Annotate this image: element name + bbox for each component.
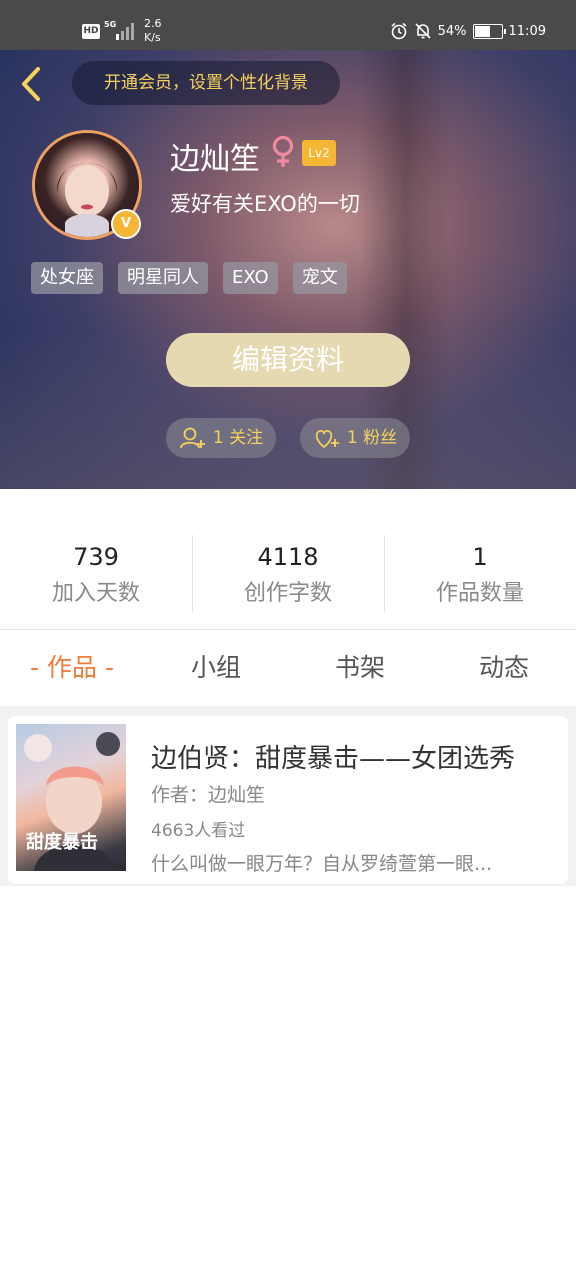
tab-bookshelf[interactable]: 书架 xyxy=(288,645,432,691)
tag[interactable]: 明星同人 xyxy=(118,262,208,294)
tag[interactable]: 处女座 xyxy=(31,262,103,294)
bio: 爱好有关EXO的一切 xyxy=(170,192,360,216)
following-button[interactable]: 1 关注 xyxy=(166,418,276,458)
stat-value: 739 xyxy=(73,543,119,571)
tab-works[interactable]: - 作品 - xyxy=(0,645,144,691)
cover-title: 甜度暴击 xyxy=(26,832,98,853)
book-cover: 甜度暴击 xyxy=(16,724,126,871)
list-item[interactable]: 甜度暴击 边伯贤：甜度暴击——女团选秀 作者：边灿笙 4663人看过 什么叫做一… xyxy=(8,716,568,884)
book-title: 边伯贤：甜度暴击——女团选秀 xyxy=(151,744,516,774)
alarm-icon xyxy=(391,22,407,40)
edit-profile-button[interactable]: 编辑资料 xyxy=(166,333,410,387)
profile-stats: 739 加入天数 4118 创作字数 1 作品数量 xyxy=(0,535,576,615)
stat-word-count: 4118 创作字数 xyxy=(192,535,384,615)
tag[interactable]: 宠文 xyxy=(292,262,347,294)
tag-list: 处女座 明星同人 EXO 宠文 xyxy=(31,262,347,294)
tab-activity[interactable]: 动态 xyxy=(432,645,576,691)
battery-icon xyxy=(472,23,506,39)
stat-label: 作品数量 xyxy=(435,581,524,606)
network-speed: 2.6 K/s xyxy=(144,17,162,44)
divider xyxy=(0,629,576,630)
bell-off-icon xyxy=(415,23,431,39)
stat-works-count: 1 作品数量 xyxy=(384,535,576,615)
chevron-left-icon[interactable] xyxy=(14,64,48,104)
hd-indicator: HD xyxy=(82,24,100,39)
clock: 11:09 xyxy=(508,23,546,39)
stat-value: 4118 xyxy=(257,543,319,571)
signal-icon xyxy=(116,23,134,40)
status-right: 54% 11:09 xyxy=(390,22,546,40)
female-icon xyxy=(272,135,294,167)
avatar[interactable]: V xyxy=(32,130,142,240)
verified-badge: V xyxy=(111,209,141,239)
tag[interactable]: EXO xyxy=(223,262,278,294)
tab-groups[interactable]: 小组 xyxy=(144,645,288,691)
username: 边灿笙 xyxy=(170,142,260,177)
stat-label: 创作字数 xyxy=(243,581,332,606)
level-badge: Lv2 xyxy=(302,140,336,166)
book-views: 4663人看过 xyxy=(151,821,246,841)
following-count: 1 关注 xyxy=(212,428,264,448)
book-author: 作者：边灿笙 xyxy=(151,784,266,806)
vip-banner[interactable]: 开通会员，设置个性化背景 xyxy=(72,61,340,105)
battery-percent: 54% xyxy=(437,23,467,39)
stat-value: 1 xyxy=(472,543,488,571)
status-bar: HD 5G 2.6 K/s 54% 11:09 xyxy=(0,0,576,50)
stat-join-days: 739 加入天数 xyxy=(0,535,192,615)
profile-tabs: - 作品 - 小组 书架 动态 xyxy=(0,645,576,691)
book-description: 什么叫做一眼万年？自从罗绮萱第一眼... xyxy=(151,853,493,875)
followers-button[interactable]: 1 粉丝 xyxy=(300,418,410,458)
heart-plus-icon xyxy=(315,430,339,449)
add-user-icon xyxy=(179,427,205,449)
followers-count: 1 粉丝 xyxy=(346,428,398,448)
stat-label: 加入天数 xyxy=(51,581,140,606)
